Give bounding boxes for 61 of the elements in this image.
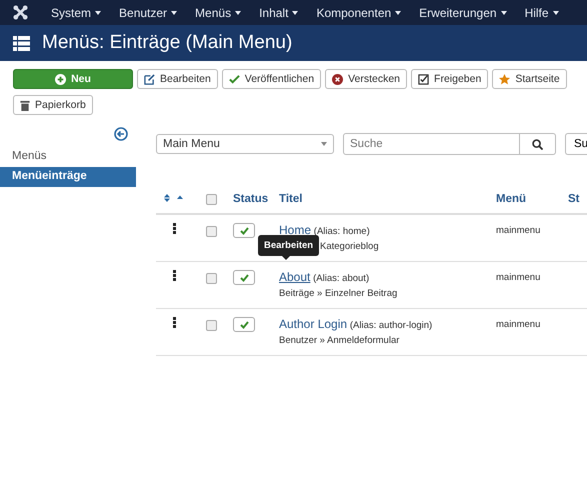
table-cell: mainmenu — [495, 214, 567, 262]
edit-icon — [144, 74, 155, 84]
item-title-link[interactable]: Author Login — [279, 317, 348, 331]
menu-item[interactable]: System — [42, 6, 110, 20]
toolbar-button[interactable]: Verstecken — [325, 69, 408, 89]
item-type: Kategorieblog — [320, 241, 379, 252]
item-title-link[interactable]: About — [279, 270, 310, 284]
search-icon — [532, 138, 543, 150]
toolbar-button[interactable]: Veröffentlichen — [222, 69, 322, 89]
status-toggle[interactable] — [233, 270, 255, 285]
star-icon — [499, 74, 510, 84]
sort-icon[interactable] — [164, 194, 184, 202]
item-alias: (Alias: about) — [313, 273, 370, 284]
item-alias: (Alias: home) — [314, 226, 370, 237]
close-circle-icon — [332, 74, 344, 84]
menu-item[interactable]: Hilfe — [516, 6, 568, 20]
checkmark-icon — [228, 74, 240, 84]
page-title: Menüs: Einträge (Main Menu) — [42, 32, 292, 54]
menu-item[interactable]: Menüs — [186, 6, 250, 20]
table-cell: mainmenu — [495, 262, 567, 308]
status-toggle[interactable] — [233, 223, 255, 238]
list-icon — [13, 36, 30, 50]
drag-handle-icon[interactable] — [173, 270, 176, 281]
row-checkbox[interactable] — [206, 320, 217, 331]
select-all-checkbox[interactable] — [206, 194, 217, 204]
item-alias: (Alias: author-login) — [350, 320, 432, 331]
status-toggle[interactable] — [233, 317, 255, 332]
menu-select[interactable]: Main Menu — [156, 134, 334, 154]
sidebar-item[interactable]: Menüs — [0, 147, 136, 167]
toolbar-button[interactable]: Papierkorb — [13, 95, 93, 115]
column-header[interactable]: Menü — [495, 185, 567, 214]
checkbox-icon — [418, 74, 430, 84]
drag-handle-icon[interactable] — [173, 317, 176, 328]
toolbar-button[interactable]: Neu — [13, 69, 133, 89]
menu-item[interactable]: Komponenten — [307, 6, 410, 20]
item-type: Benutzer » Anmeldeformular — [279, 335, 400, 346]
search-field[interactable]: Suche — [343, 133, 520, 155]
search-button[interactable] — [520, 133, 556, 155]
sidebar-item[interactable]: Menüeinträge — [0, 167, 136, 187]
table-cell: mainmenu — [495, 308, 567, 356]
toolbar-button[interactable]: Startseite — [492, 69, 567, 89]
drag-handle-icon[interactable] — [173, 223, 176, 234]
column-header[interactable]: Titel — [278, 185, 495, 214]
search-tools-button[interactable]: Su — [565, 133, 587, 155]
column-header[interactable]: St — [567, 185, 587, 214]
column-header[interactable]: Status — [232, 185, 278, 214]
plus-circle-icon — [55, 74, 66, 84]
menu-item[interactable]: Inhalt — [250, 6, 308, 20]
row-checkbox[interactable] — [206, 273, 217, 284]
item-type: Beiträge » Einzelner Beitrag — [279, 288, 398, 299]
toolbar-button[interactable]: Freigeben — [411, 69, 488, 89]
menu-item[interactable]: Benutzer — [110, 6, 186, 20]
checkmark-icon — [240, 226, 248, 234]
menu-item[interactable]: Erweiterungen — [410, 6, 516, 20]
row-checkbox[interactable] — [206, 226, 217, 237]
logo-icon[interactable] — [13, 5, 28, 20]
item-title-link[interactable]: Home — [279, 223, 312, 237]
trash-icon — [20, 100, 30, 110]
checkmark-icon — [240, 320, 248, 328]
toolbar-button[interactable]: Bearbeiten — [137, 69, 218, 89]
checkmark-icon — [240, 274, 248, 282]
